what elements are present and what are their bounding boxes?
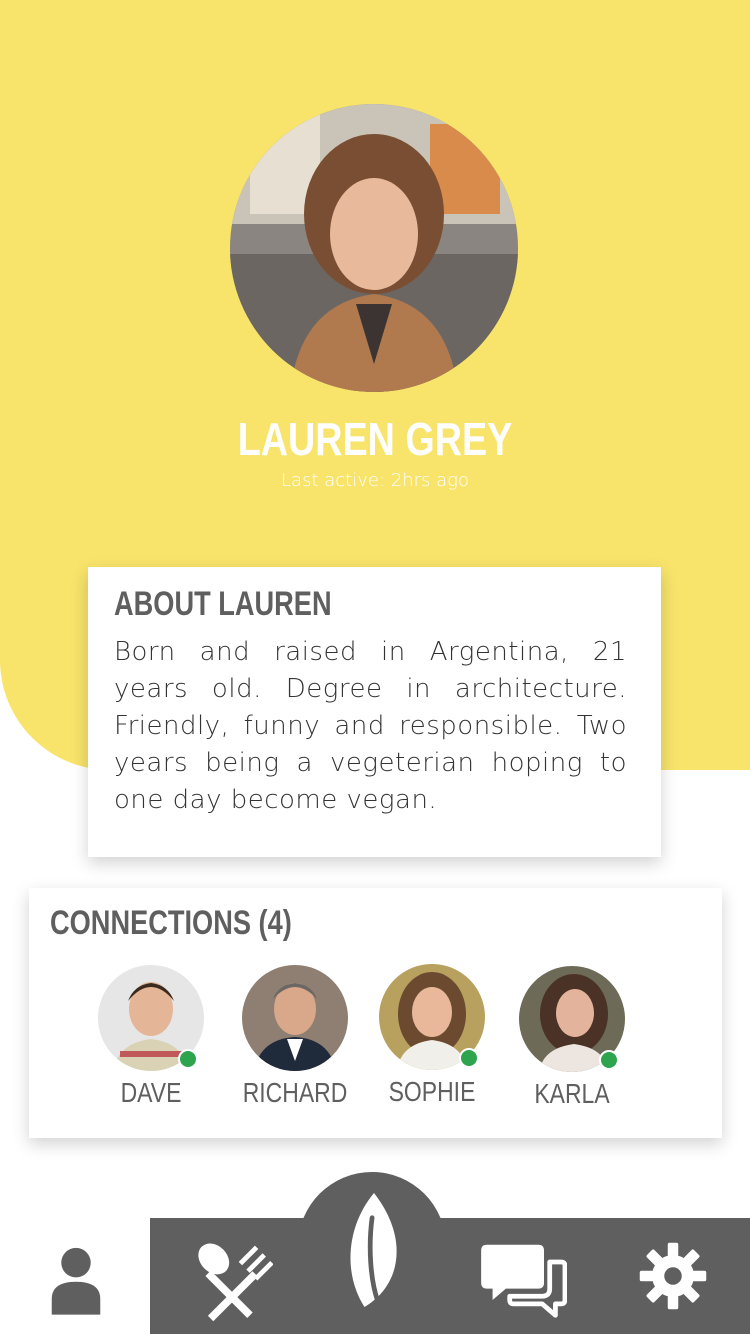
- connection-name: RICHARD: [242, 1077, 348, 1108]
- avatar[interactable]: [379, 964, 485, 1070]
- profile-avatar[interactable]: [230, 104, 518, 392]
- user-icon: [51, 1247, 101, 1315]
- connection-dave[interactable]: DAVE: [81, 965, 221, 1109]
- nav-settings[interactable]: [628, 1236, 718, 1316]
- nav-home[interactable]: [322, 1186, 426, 1316]
- nav-profile[interactable]: [30, 1238, 122, 1322]
- connection-richard[interactable]: RICHARD: [225, 965, 365, 1109]
- last-active-status: Last active: 2hrs ago: [281, 470, 469, 491]
- avatar[interactable]: [98, 965, 204, 1071]
- online-indicator: [599, 1050, 619, 1070]
- nav-food[interactable]: [180, 1234, 280, 1324]
- online-indicator: [459, 1048, 479, 1068]
- connection-sophie[interactable]: SOPHIE: [362, 964, 502, 1108]
- connection-name: SOPHIE: [388, 1076, 476, 1107]
- connections-card: CONNECTIONS (4) DAVE RICHARD SOPHIE KARL…: [29, 888, 722, 1138]
- connection-name: DAVE: [120, 1077, 182, 1108]
- online-indicator: [178, 1049, 198, 1069]
- profile-name: LAUREN GREY: [237, 413, 513, 465]
- utensils-icon: [198, 1243, 273, 1322]
- avatar-image: [242, 965, 348, 1071]
- connection-karla[interactable]: KARLA: [502, 966, 642, 1110]
- connections-title: CONNECTIONS (4): [50, 904, 292, 942]
- about-text: Born and raised in Argentina, 21 years o…: [114, 637, 627, 815]
- about-card: ABOUT LAUREN Born and raised in Argentin…: [88, 567, 661, 857]
- chat-icon: [481, 1244, 567, 1318]
- nav-messages[interactable]: [478, 1236, 570, 1326]
- avatar[interactable]: [242, 965, 348, 1071]
- leaf-icon: [350, 1193, 397, 1308]
- about-title: ABOUT LAUREN: [114, 585, 332, 623]
- profile-avatar-image: [230, 104, 518, 392]
- avatar[interactable]: [519, 966, 625, 1072]
- gear-icon: [639, 1242, 707, 1310]
- connection-name: KARLA: [534, 1078, 610, 1109]
